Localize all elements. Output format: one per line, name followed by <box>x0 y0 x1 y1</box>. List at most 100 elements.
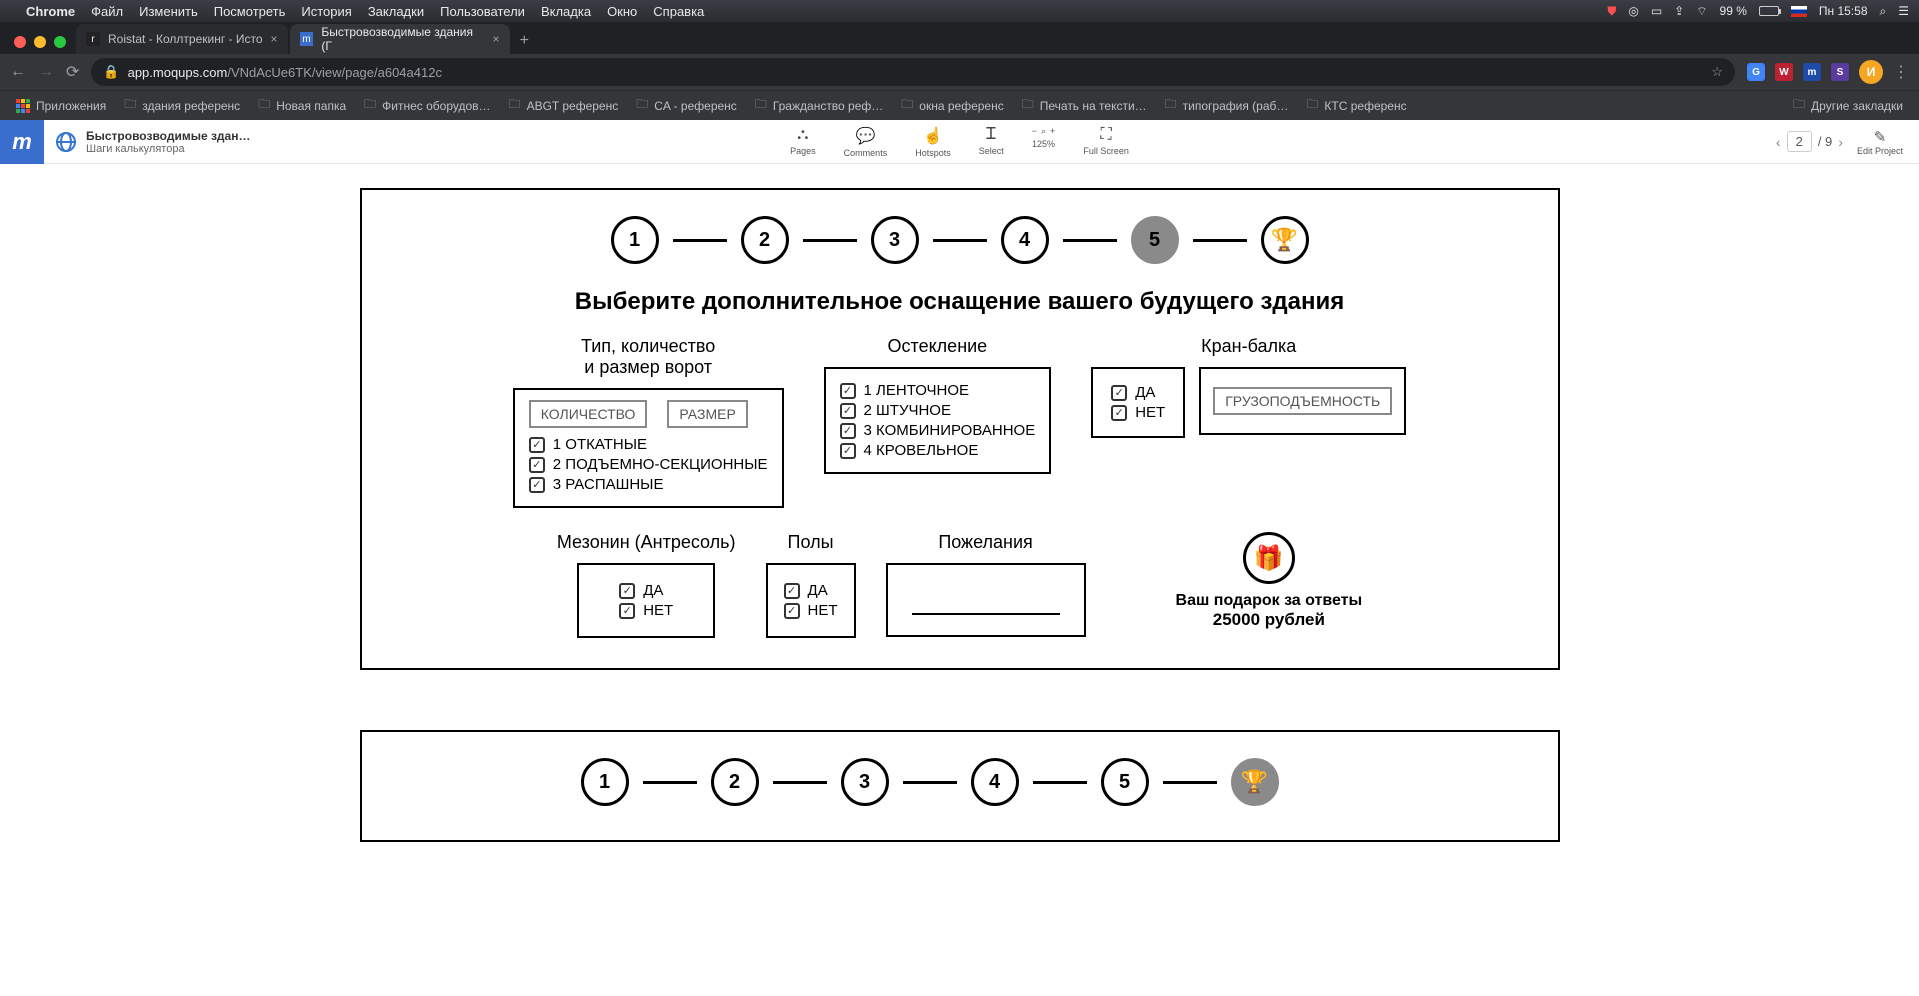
floors-no[interactable]: ✓НЕТ <box>784 602 838 619</box>
menu-tab[interactable]: Вкладка <box>541 4 591 19</box>
bookmark-label: типография (раб… <box>1183 99 1289 113</box>
checkbox-icon: ✓ <box>784 603 800 619</box>
wifi-icon[interactable]: ⇪ <box>1674 4 1684 18</box>
step-5[interactable]: 5 <box>1131 216 1179 264</box>
step-4[interactable]: 4 <box>1001 216 1049 264</box>
bookmark-folder[interactable]: 🗀КТС референс <box>1300 95 1412 116</box>
crane-yes[interactable]: ✓ДА <box>1111 384 1165 401</box>
tool-zoom[interactable]: −⌕+ 125% <box>1032 126 1056 158</box>
bookmark-folder[interactable]: 🗀Фитнес оборудов… <box>358 95 496 116</box>
canvas[interactable]: 1 2 3 4 5 🏆 Выберите дополнительное осна… <box>0 164 1919 996</box>
clock[interactable]: Пн 15:58 <box>1819 4 1868 18</box>
bookmark-folder[interactable]: 🗀Гражданство реф… <box>749 95 889 116</box>
tool-fullscreen[interactable]: ⛶Full Screen <box>1083 126 1129 158</box>
other-bookmarks[interactable]: 🗀Другие закладки <box>1787 95 1909 116</box>
star-icon[interactable]: ☆ <box>1711 64 1723 80</box>
bookmark-folder[interactable]: 🗀Новая папка <box>252 95 352 116</box>
app-name[interactable]: Chrome <box>26 4 75 19</box>
edit-project-button[interactable]: ✎ Edit Project <box>1857 128 1903 156</box>
gates-opt-1[interactable]: ✓1 ОТКАТНЫЕ <box>529 436 768 453</box>
step-2[interactable]: 2 <box>741 216 789 264</box>
new-tab-button[interactable]: + <box>510 32 539 54</box>
glazing-opt-1[interactable]: ✓1 ЛЕНТОЧНОЕ <box>840 382 1036 399</box>
window-max-icon[interactable] <box>54 36 66 48</box>
bookmark-folder[interactable]: 🗀CA - референс <box>630 95 743 116</box>
forward-button: → <box>38 63 54 81</box>
menu-history[interactable]: История <box>301 4 351 19</box>
step-2[interactable]: 2 <box>711 758 759 806</box>
tab-active[interactable]: m Быстровозводимые здания (Г × <box>290 24 510 54</box>
bookmark-folder[interactable]: 🗀ABGT референс <box>503 95 625 116</box>
glazing-opt-3[interactable]: ✓3 КОМБИНИРОВАННОЕ <box>840 422 1036 439</box>
step-1[interactable]: 1 <box>581 758 629 806</box>
step-3[interactable]: 3 <box>871 216 919 264</box>
window-min-icon[interactable] <box>34 36 46 48</box>
bookmark-folder[interactable]: 🗀типография (раб… <box>1159 95 1295 116</box>
ext-icon-2[interactable]: W <box>1775 63 1793 81</box>
bookmark-folder[interactable]: 🗀здания референс <box>118 95 246 116</box>
apps-button[interactable]: Приложения <box>10 99 112 113</box>
gift-line2: 25000 рублей <box>1176 610 1363 630</box>
folder-icon: 🗀 <box>901 95 913 116</box>
step-1[interactable]: 1 <box>611 216 659 264</box>
window-close-icon[interactable] <box>14 36 26 48</box>
menu-edit[interactable]: Изменить <box>139 4 198 19</box>
page-current[interactable]: 2 <box>1787 131 1812 152</box>
step-3[interactable]: 3 <box>841 758 889 806</box>
airplay-icon[interactable]: ▭ <box>1651 4 1662 18</box>
tool-hotspots[interactable]: ☝Hotspots <box>915 126 951 158</box>
gates-qty-input[interactable]: КОЛИЧЕСТВО <box>529 400 648 428</box>
menu-help[interactable]: Справка <box>653 4 704 19</box>
floors-yes[interactable]: ✓ДА <box>784 582 838 599</box>
control-center-icon[interactable]: ☰ <box>1898 4 1909 18</box>
step-trophy[interactable]: 🏆 <box>1261 216 1309 264</box>
search-icon[interactable]: ⌕ <box>1880 4 1887 19</box>
step-5[interactable]: 5 <box>1101 758 1149 806</box>
bookmark-folder[interactable]: 🗀Печать на тексти… <box>1016 95 1153 116</box>
crane-no[interactable]: ✓НЕТ <box>1111 404 1165 421</box>
menu-bookmarks[interactable]: Закладки <box>368 4 424 19</box>
shield-icon[interactable]: ⛊ <box>1607 4 1616 19</box>
close-icon[interactable]: × <box>493 32 500 46</box>
back-button[interactable]: ← <box>10 63 26 81</box>
reload-button[interactable]: ⟳ <box>66 62 79 82</box>
gates-size-input[interactable]: РАЗМЕР <box>667 400 747 428</box>
zoom-out-icon[interactable]: − <box>1032 126 1037 136</box>
tool-select[interactable]: ᏆSelect <box>979 126 1004 158</box>
menu-view[interactable]: Посмотреть <box>214 4 286 19</box>
ext-icon-3[interactable]: m <box>1803 63 1821 81</box>
bookmark-folder[interactable]: 🗀окна референс <box>895 95 1009 116</box>
gates-opt-2[interactable]: ✓2 ПОДЪЕМНО-СЕКЦИОННЫЕ <box>529 456 768 473</box>
crane-capacity-input[interactable]: ГРУЗОПОДЪЕМНОСТЬ <box>1213 387 1392 415</box>
address-bar[interactable]: 🔒 app.moqups.com/VNdAcUe6TK/view/page/a6… <box>91 58 1735 86</box>
ext-icon-4[interactable]: S <box>1831 63 1849 81</box>
profile-avatar[interactable]: И <box>1859 60 1883 84</box>
menu-people[interactable]: Пользователи <box>440 4 525 19</box>
menu-file[interactable]: Файл <box>91 4 123 19</box>
menu-window[interactable]: Окно <box>607 4 637 19</box>
zoom-in-icon[interactable]: + <box>1050 126 1055 136</box>
wifi2-icon[interactable]: ⌔ <box>1696 4 1707 19</box>
gates-opt-3[interactable]: ✓3 РАСПАШНЫЕ <box>529 476 768 493</box>
wishes-input[interactable] <box>886 563 1086 637</box>
step-4[interactable]: 4 <box>971 758 1019 806</box>
kebab-icon[interactable]: ⋮ <box>1893 62 1909 82</box>
prev-page-button[interactable]: ‹ <box>1776 134 1781 150</box>
close-icon[interactable]: × <box>271 32 278 46</box>
circle-icon[interactable]: ◎ <box>1628 4 1638 18</box>
glazing-opt-4[interactable]: ✓4 КРОВЕЛЬНОЕ <box>840 442 1036 459</box>
mezz-no[interactable]: ✓НЕТ <box>619 602 673 619</box>
step-trophy[interactable]: 🏆 <box>1231 758 1279 806</box>
ext-icon-1[interactable]: G <box>1747 63 1765 81</box>
checkbox-icon: ✓ <box>784 583 800 599</box>
mezz-yes[interactable]: ✓ДА <box>619 582 673 599</box>
project-info[interactable]: Быстровозводимые здан… Шаги калькулятора <box>44 129 262 155</box>
tool-pages[interactable]: ⛬Pages <box>790 126 816 158</box>
flag-ru-icon[interactable] <box>1791 6 1807 17</box>
moqups-logo[interactable]: m <box>0 120 44 164</box>
tool-comments[interactable]: 💬Comments <box>844 126 888 158</box>
tab-inactive[interactable]: r Roistat - Коллтрекинг - Исто × <box>76 24 288 54</box>
battery-icon[interactable] <box>1759 6 1779 16</box>
glazing-opt-2[interactable]: ✓2 ШТУЧНОЕ <box>840 402 1036 419</box>
next-page-button[interactable]: › <box>1838 134 1843 150</box>
